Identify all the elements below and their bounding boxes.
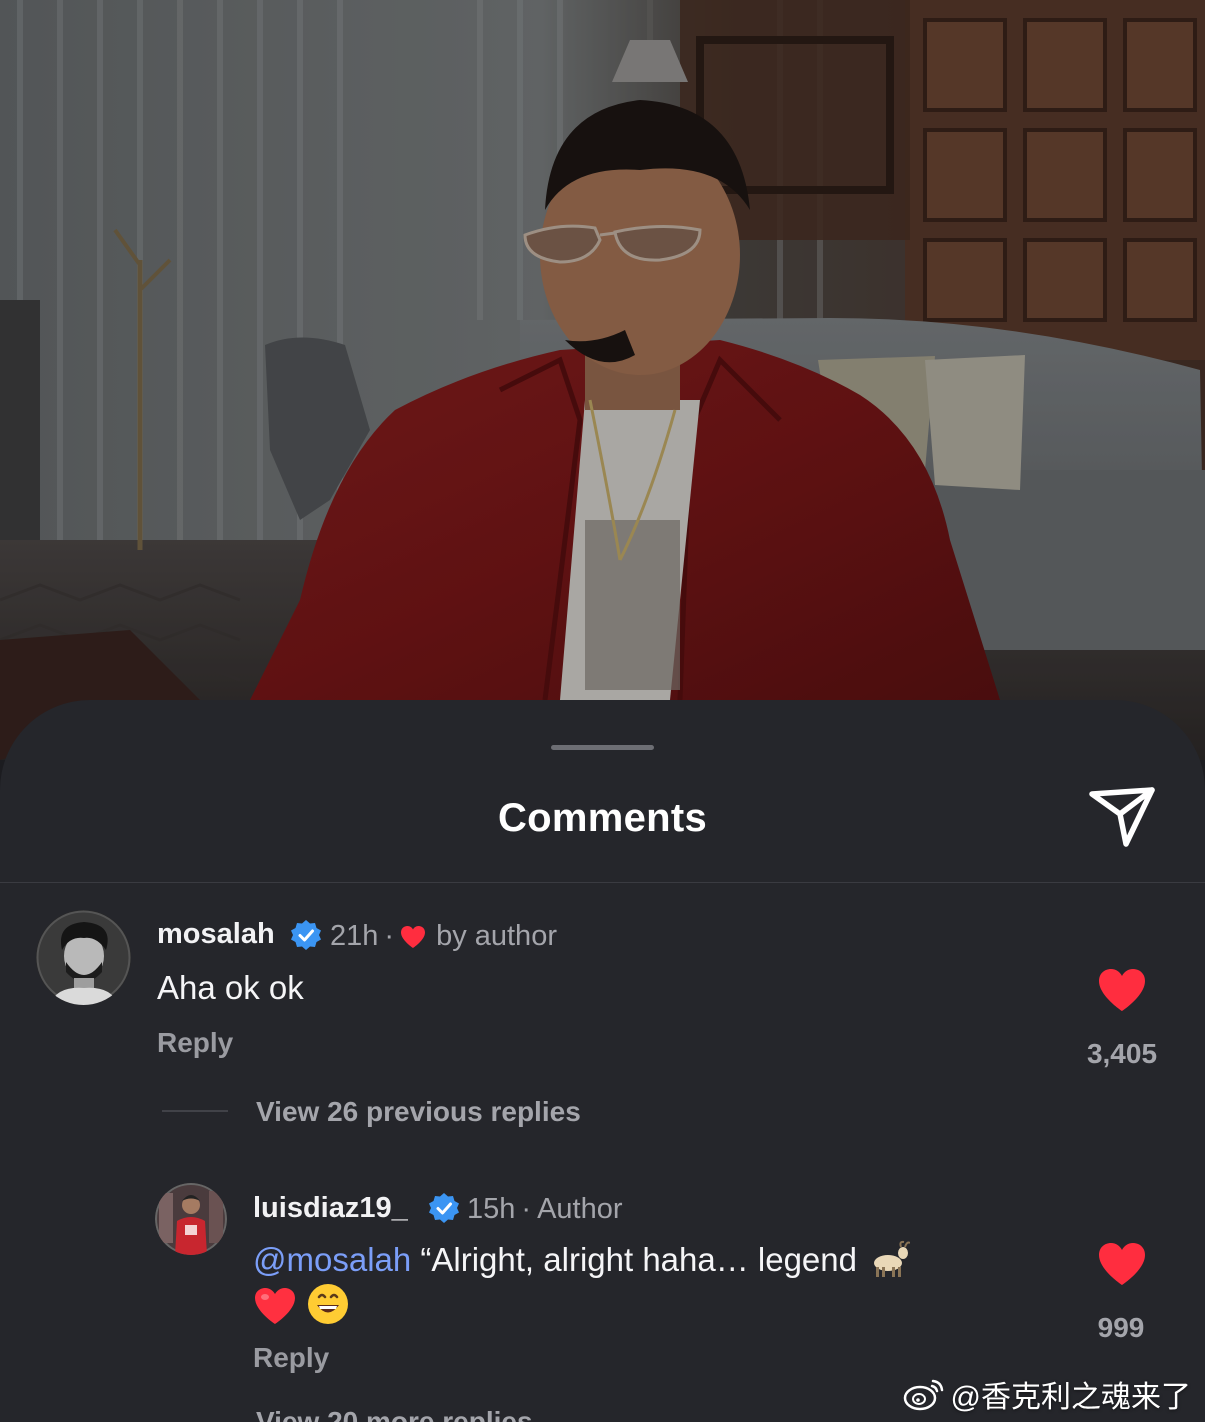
share-button[interactable] — [1086, 784, 1158, 850]
reply-username[interactable]: luisdiaz19_ — [253, 1192, 408, 1225]
like-count: 3,405 — [1086, 1038, 1158, 1069]
verified-badge-icon — [291, 920, 321, 950]
liked-by-author-label: by author — [436, 920, 557, 952]
avatar-luisdiaz19[interactable] — [155, 1183, 227, 1255]
header-divider — [0, 882, 1205, 883]
screen: Comments mosalah 21h · by author Aha ok … — [0, 0, 1205, 1422]
grinning-emoji — [308, 1284, 349, 1324]
reply-text: @mosalah “Alright, alright haha… legend — [253, 1238, 1053, 1329]
like-heart-icon[interactable] — [1097, 1241, 1147, 1287]
reply-body: “Alright, alright haha… legend — [411, 1241, 867, 1278]
reply-button[interactable]: Reply — [253, 1342, 329, 1374]
meta-separator: · — [521, 1193, 532, 1225]
meta-separator: · — [384, 920, 395, 952]
watermark-text: @香克利之魂来了 — [950, 1381, 1191, 1414]
author-label: Author — [537, 1193, 623, 1225]
thread-line — [162, 1110, 228, 1112]
send-icon — [1089, 787, 1155, 847]
comment-text: Aha ok ok — [157, 969, 304, 1006]
sheet-grabber[interactable] — [551, 745, 654, 750]
view-more-replies-button[interactable]: View 20 more replies — [256, 1406, 533, 1422]
weibo-logo-icon — [903, 1379, 943, 1411]
comment-meta: 21h · by author — [330, 920, 557, 953]
comment-username[interactable]: mosalah — [157, 918, 275, 951]
goat-emoji — [874, 1240, 911, 1277]
view-previous-replies-button[interactable]: View 26 previous replies — [256, 1096, 581, 1128]
mention-link[interactable]: @mosalah — [253, 1241, 411, 1278]
comments-sheet: Comments mosalah 21h · by author Aha ok … — [0, 700, 1205, 1422]
avatar-mosalah[interactable] — [36, 910, 131, 1005]
reply-button[interactable]: Reply — [157, 1027, 233, 1059]
liked-by-author-heart-icon — [401, 926, 426, 948]
verified-badge-icon — [429, 1193, 459, 1223]
like-heart-icon[interactable] — [1097, 967, 1147, 1013]
post-photo — [0, 0, 1205, 760]
like-count: 999 — [1097, 1312, 1145, 1343]
red-heart-emoji — [255, 1288, 295, 1324]
reply-meta: 15h · Author — [467, 1193, 623, 1226]
comment-time: 21h — [330, 920, 379, 952]
sheet-title: Comments — [497, 796, 708, 840]
watermark: @香克利之魂来了 — [903, 1372, 1191, 1416]
reply-time: 15h — [467, 1193, 516, 1225]
